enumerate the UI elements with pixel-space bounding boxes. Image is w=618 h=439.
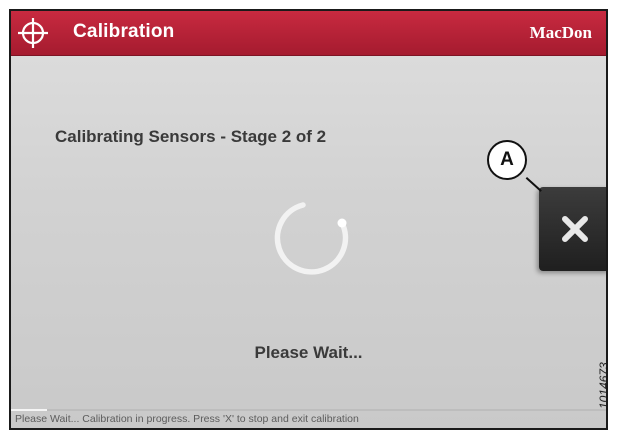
page-title: Calibration bbox=[73, 21, 175, 42]
callout-label: A bbox=[487, 140, 527, 180]
status-message: Please Wait... Calibration in progress. … bbox=[15, 413, 359, 425]
brand-logo: MacDon bbox=[529, 23, 592, 42]
callout-leader-line bbox=[525, 177, 542, 192]
progress-bar-fill bbox=[11, 409, 47, 411]
progress-bar bbox=[11, 409, 606, 411]
please-wait-text: Please Wait... bbox=[254, 343, 363, 362]
figure-number-text: 1014673 bbox=[597, 362, 608, 409]
title-bar: Calibration MacDon bbox=[11, 11, 606, 56]
loading-spinner-icon bbox=[274, 202, 349, 275]
calibration-stage-heading: Calibrating Sensors - Stage 2 of 2 bbox=[55, 127, 327, 146]
close-icon bbox=[561, 216, 588, 242]
exit-calibration-button[interactable] bbox=[539, 187, 606, 271]
crosshair-icon bbox=[18, 18, 48, 48]
calibration-screen: Calibration MacDon Calibrating Sensors -… bbox=[9, 9, 608, 430]
